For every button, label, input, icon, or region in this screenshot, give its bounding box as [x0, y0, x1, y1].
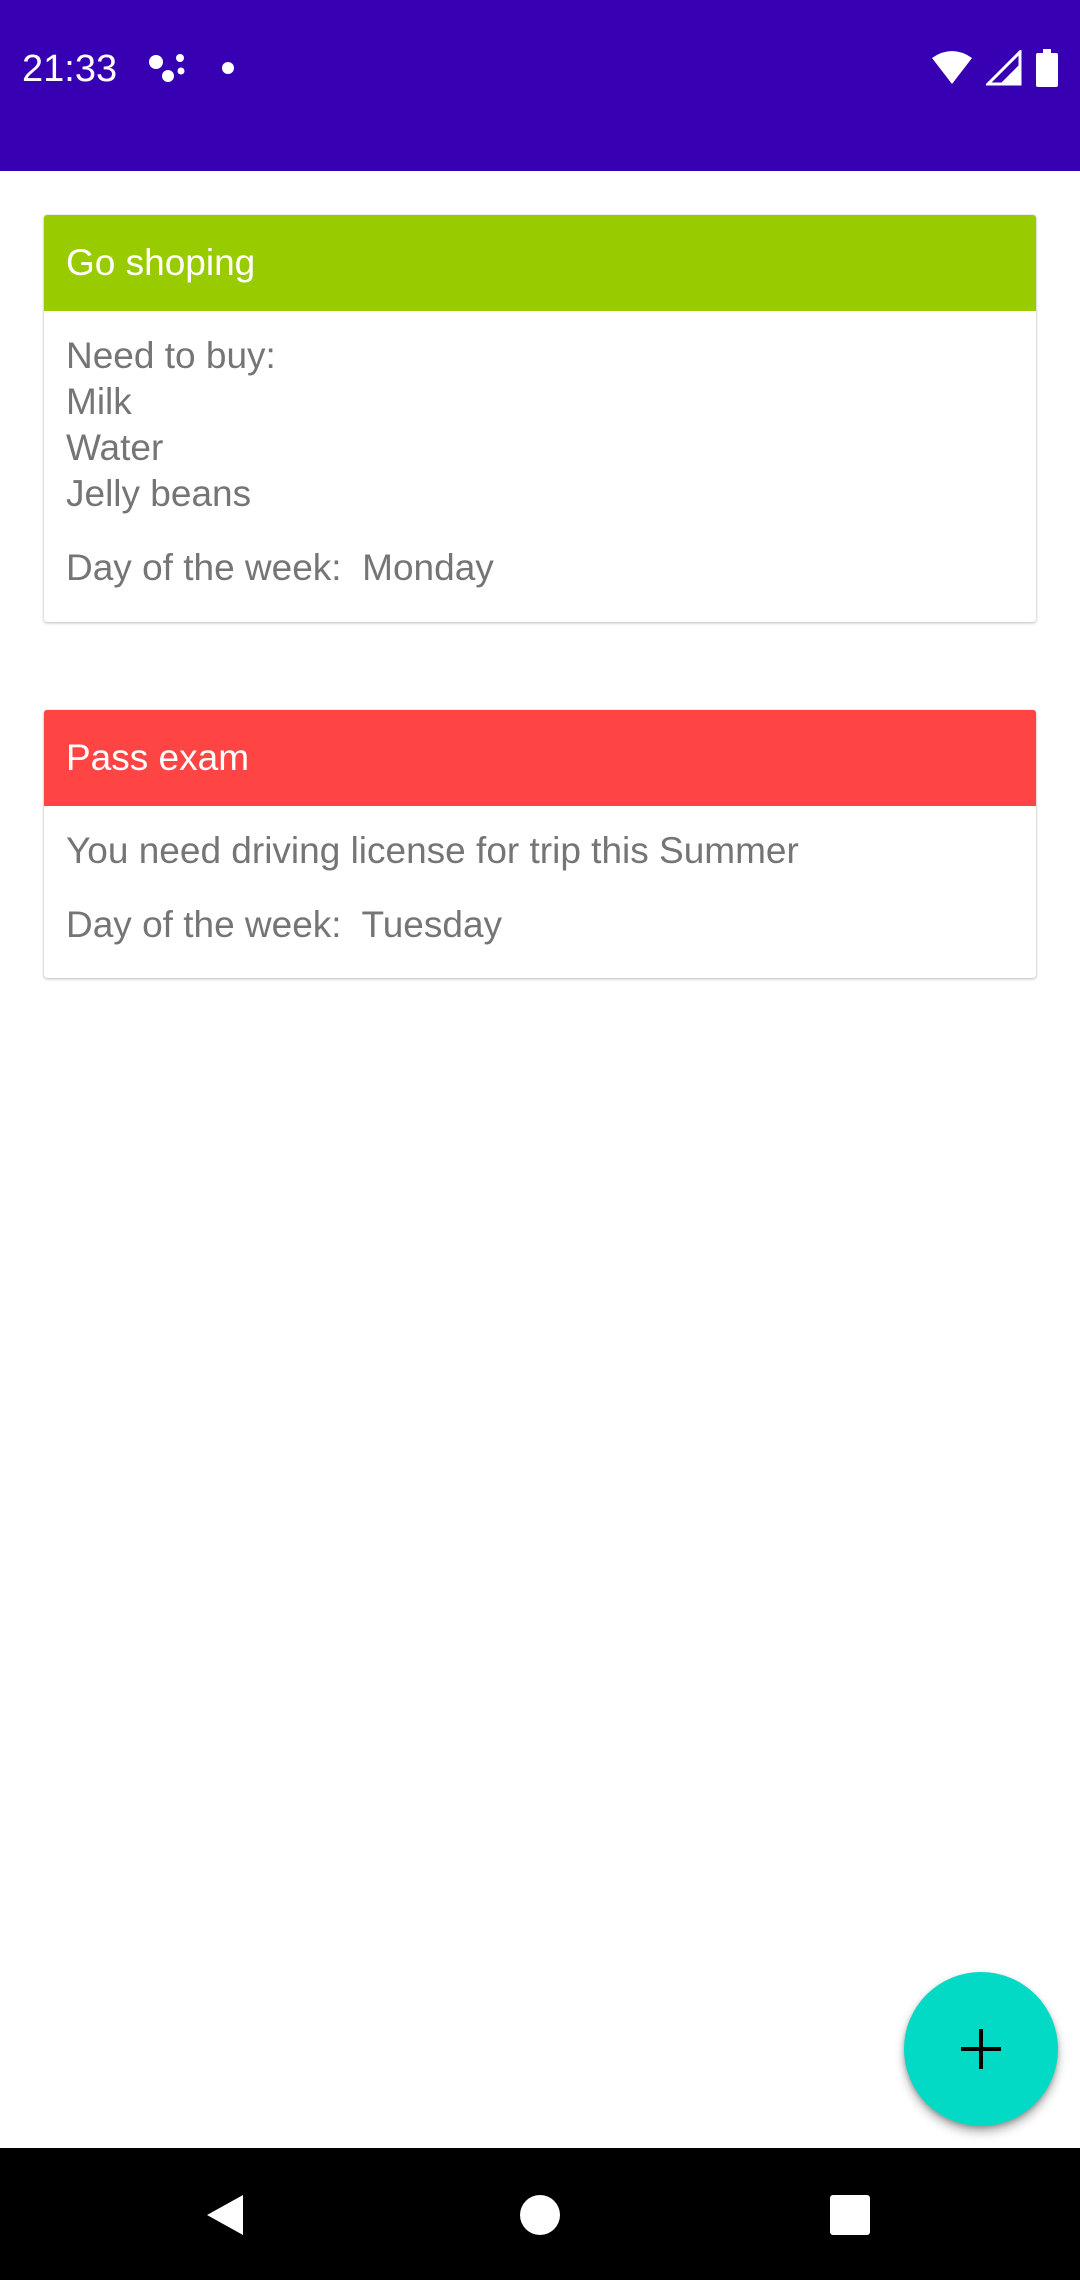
card-title: Go shoping — [44, 215, 1036, 311]
task-card[interactable]: Pass exam You need driving license for t… — [44, 710, 1036, 978]
task-card[interactable]: Go shoping Need to buy: Milk Water Jelly… — [44, 215, 1036, 622]
status-left-icons — [148, 52, 248, 86]
recents-button[interactable] — [815, 2180, 885, 2250]
status-time: 21:33 — [22, 48, 118, 90]
navigation-bar — [0, 2148, 1080, 2280]
card-title: Pass exam — [44, 710, 1036, 806]
home-icon — [520, 2195, 560, 2235]
cellular-signal-icon — [986, 50, 1022, 86]
day-value: Monday — [362, 547, 494, 588]
notification-dot-icon — [222, 62, 234, 74]
home-button[interactable] — [505, 2180, 575, 2250]
battery-icon — [1036, 49, 1058, 87]
status-bar: 21:33 — [0, 0, 1080, 171]
back-icon — [207, 2195, 243, 2235]
status-right-icons — [932, 46, 1058, 90]
day-label: Day of the week: — [66, 904, 342, 945]
plus-icon — [961, 2029, 1001, 2069]
wifi-icon — [932, 51, 972, 84]
card-description: You need driving license for trip this S… — [66, 830, 799, 871]
back-button[interactable] — [190, 2180, 260, 2250]
card-body: Need to buy: Milk Water Jelly beans Day … — [44, 311, 1036, 591]
add-task-button[interactable] — [904, 1972, 1058, 2126]
card-day-row: Day of the week: Tuesday — [66, 902, 1014, 948]
card-description: Need to buy: Milk Water Jelly beans — [66, 335, 276, 514]
assistant-dots-icon — [149, 54, 234, 82]
recents-icon — [830, 2195, 870, 2235]
card-body: You need driving license for trip this S… — [44, 806, 1036, 948]
day-label: Day of the week: — [66, 547, 342, 588]
card-day-row: Day of the week: Monday — [66, 545, 1014, 591]
day-value: Tuesday — [361, 904, 503, 945]
